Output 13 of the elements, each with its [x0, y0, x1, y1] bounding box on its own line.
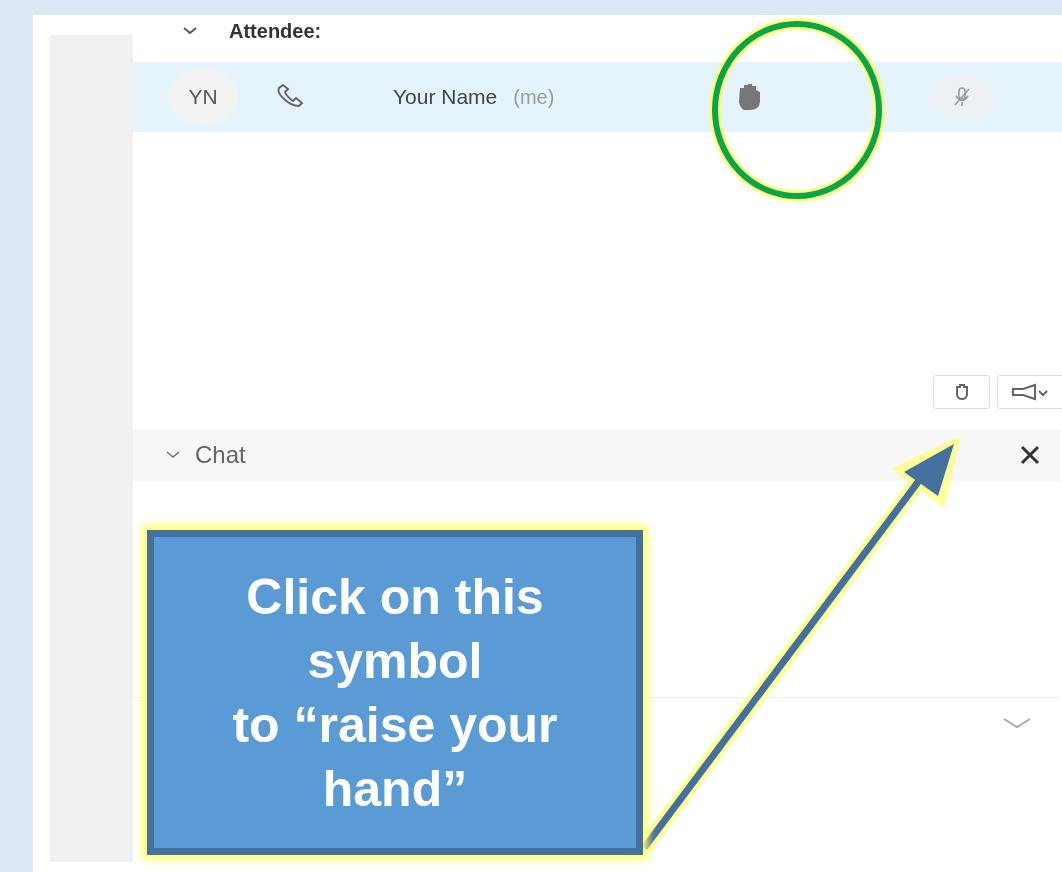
participant-name: Your Name	[393, 85, 498, 109]
participant-suffix: (me)	[513, 85, 555, 109]
avatar: YN	[168, 69, 238, 125]
chevron-icon[interactable]	[181, 25, 199, 37]
close-icon[interactable]	[1018, 443, 1042, 467]
phone-icon	[275, 84, 305, 110]
participant-row[interactable]: YN Your Name (me)	[133, 62, 1062, 132]
raise-hand-button[interactable]	[933, 375, 990, 409]
chat-label: Chat	[195, 441, 246, 469]
section-label: Attendee:	[229, 19, 322, 43]
callout-text: Click on this symbol to “raise your hand”	[232, 567, 558, 819]
announce-button[interactable]	[997, 375, 1062, 409]
chevron-icon[interactable]	[165, 449, 181, 461]
